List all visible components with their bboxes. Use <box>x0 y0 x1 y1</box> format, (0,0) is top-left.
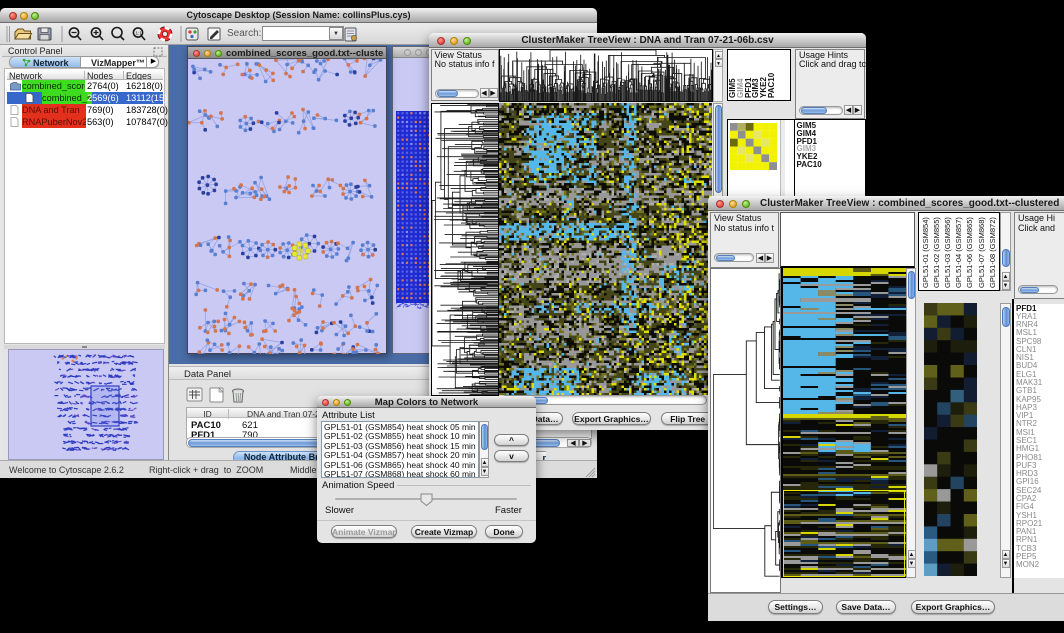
svg-text:1:1: 1:1 <box>136 31 143 36</box>
